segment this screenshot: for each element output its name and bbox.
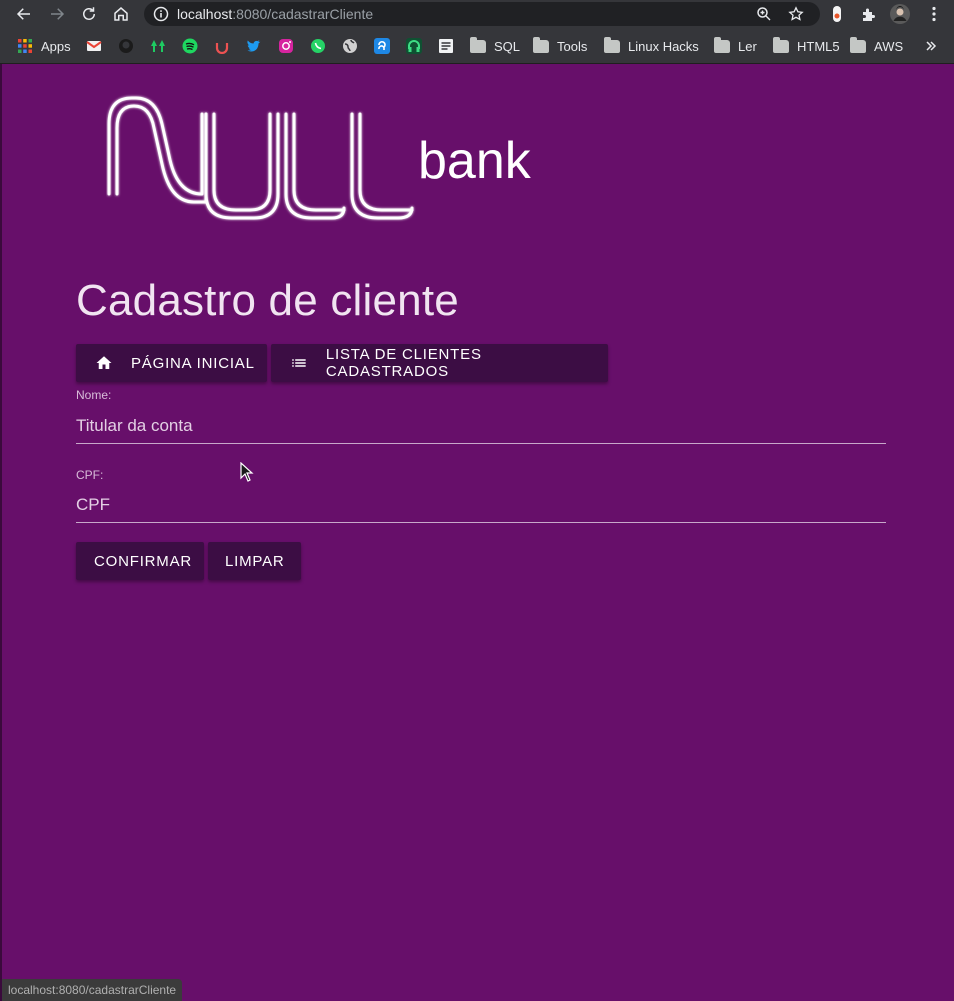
clear-button[interactable]: Limpar [208, 542, 301, 580]
client-list-button-label: Lista de clientes cadastrados [325, 346, 482, 380]
letter-a-icon [374, 38, 390, 54]
confirm-button-label: Confirmar [94, 552, 193, 570]
forward-icon[interactable] [46, 3, 68, 25]
bookmark-globe[interactable] [342, 37, 358, 55]
folder-icon [533, 36, 549, 53]
bookmark-twitter[interactable] [246, 37, 262, 55]
bookmark-app-a[interactable] [374, 37, 390, 55]
folder-icon [714, 36, 730, 53]
home-icon [96, 356, 112, 369]
info-icon[interactable] [153, 6, 169, 22]
cpf-label: CPF: [76, 468, 104, 482]
bookmark-folder-aws[interactable]: AWS [850, 36, 904, 55]
globe-icon [343, 39, 357, 53]
clear-button-label: Limpar [225, 552, 285, 570]
bookmark-document[interactable] [438, 37, 454, 55]
client-list-button[interactable]: Lista de clientes cadastrados [271, 344, 608, 382]
spotify-icon [182, 38, 198, 54]
page-title: Cadastro de cliente [76, 276, 459, 325]
list-icon [292, 359, 306, 367]
url-text[interactable]: localhost:8080/cadastrarCliente [177, 6, 373, 22]
home-page-button[interactable]: Página inicial [76, 344, 267, 382]
bookmark-instagram[interactable] [278, 37, 294, 55]
menu-kebab-icon[interactable] [924, 4, 944, 24]
bookmark-whatsapp[interactable] [310, 37, 326, 55]
extension-icon[interactable] [827, 4, 847, 24]
github-icon [119, 39, 133, 53]
logo-suffix: bank [418, 132, 532, 190]
bookmark-upwork[interactable] [150, 37, 166, 55]
folder-icon [604, 36, 620, 53]
mouse-cursor-icon [240, 462, 254, 482]
bookmarks-bar: Apps SQL Tools Linux Hacks Ler HTML5 AWS [0, 29, 954, 64]
address-bar[interactable]: localhost:8080/cadastrarCliente [144, 2, 820, 26]
bookmark-label: HTML5 [797, 38, 840, 54]
folder-icon [850, 36, 866, 53]
back-icon[interactable] [13, 3, 35, 25]
confirm-button[interactable]: Confirmar [76, 542, 204, 580]
zoom-icon[interactable] [756, 6, 772, 22]
folder-icon [773, 36, 789, 53]
home-browser-icon[interactable] [110, 3, 132, 25]
udemy-icon [215, 43, 229, 54]
folder-icon [470, 36, 486, 53]
bookmarks-overflow-icon[interactable] [925, 37, 937, 55]
bookmark-label: Apps [41, 38, 71, 54]
profile-avatar[interactable] [890, 4, 910, 24]
gmail-icon [86, 41, 102, 51]
home-page-button-label: Página inicial [131, 354, 255, 372]
instagram-icon [279, 39, 293, 53]
extensions-puzzle-icon[interactable] [859, 4, 879, 24]
bookmark-github[interactable] [118, 37, 134, 55]
bookmark-folder-sql[interactable]: SQL [470, 36, 521, 55]
status-bar-url: localhost:8080/cadastrarCliente [2, 979, 183, 1001]
bookmark-folder-tools[interactable]: Tools [533, 36, 588, 55]
bookmark-label: Tools [557, 38, 588, 54]
bookmark-headset[interactable] [406, 37, 422, 55]
bookmark-folder-linux-hacks[interactable]: Linux Hacks [604, 36, 699, 55]
browser-toolbar: localhost:8080/cadastrarCliente [0, 0, 954, 29]
nullbank-logo: bank [107, 96, 532, 220]
trees-icon [151, 40, 165, 52]
name-label: Nome: [76, 388, 112, 402]
name-input[interactable] [76, 414, 886, 444]
page: bank Cadastro de cliente Página inicial … [0, 64, 954, 1001]
document-icon [439, 39, 453, 53]
twitter-icon [247, 40, 261, 52]
bookmark-spotify[interactable] [182, 37, 198, 55]
bookmark-folder-ler[interactable]: Ler [714, 36, 757, 55]
bookmark-label: Ler [738, 38, 757, 54]
bookmark-label: Linux Hacks [628, 38, 699, 54]
bookmark-folder-html5[interactable]: HTML5 [773, 36, 840, 55]
bookmark-label: SQL [494, 38, 521, 54]
headset-icon [406, 38, 422, 54]
bookmark-label: AWS [874, 38, 904, 54]
bookmark-gmail[interactable] [86, 37, 102, 55]
bookmark-star-icon[interactable] [788, 6, 804, 22]
apps-grid-icon [18, 39, 32, 53]
bookmark-udemy[interactable] [214, 37, 230, 55]
bookmark-apps[interactable]: Apps [17, 37, 71, 55]
cpf-input[interactable] [76, 493, 886, 523]
whatsapp-icon [311, 39, 325, 53]
reload-icon[interactable] [78, 3, 100, 25]
